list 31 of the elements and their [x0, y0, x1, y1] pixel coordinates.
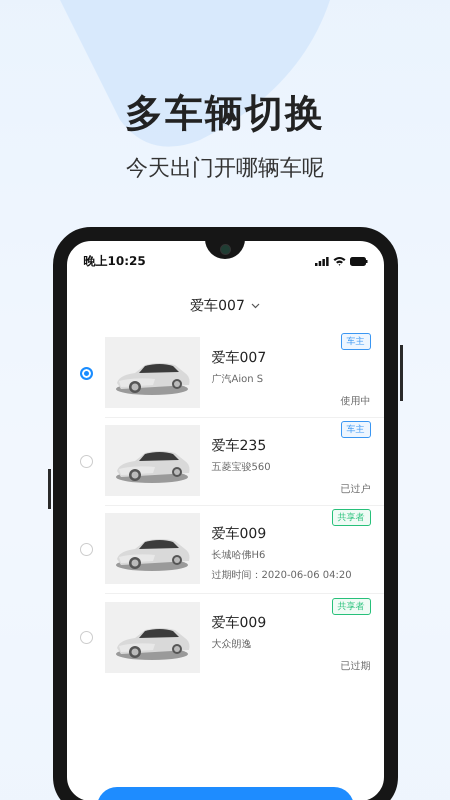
chevron-down-icon[interactable] — [250, 303, 260, 309]
battery-icon — [350, 256, 368, 266]
wifi-icon — [332, 256, 346, 266]
status-time: 晚上10:25 — [84, 252, 146, 270]
vehicle-model: 大众朗逸 — [212, 638, 252, 650]
vehicle-model: 长城哈佛H6 — [212, 548, 266, 562]
subtitle: 今天出门开哪辆车呢 — [126, 155, 324, 183]
role-tag: 共享者 — [332, 509, 370, 526]
radio-button[interactable] — [80, 630, 92, 644]
signal-icon — [314, 256, 328, 266]
role-tag: 车主 — [340, 333, 370, 350]
vehicle-switcher-title[interactable]: 爱车007 — [190, 297, 245, 315]
vehicle-status: 使用中 — [340, 394, 370, 408]
vehicle-status: 过期时间：2020-06-06 04:20 — [212, 568, 353, 582]
radio-button[interactable] — [80, 454, 92, 468]
side-key — [400, 345, 402, 401]
vehicle-name: 爱车235 — [212, 437, 268, 455]
vehicle-model: 广汽Aion S — [212, 372, 264, 386]
vehicle-status: 已过户 — [340, 482, 370, 496]
headline: 多车辆切换 — [125, 90, 325, 137]
vehicle-name: 爱车009 — [212, 525, 268, 543]
radio-button[interactable] — [80, 366, 92, 380]
role-tag: 共享者 — [332, 598, 370, 614]
radio-button[interactable] — [80, 542, 92, 556]
vehicle-name: 爱车007 — [212, 349, 268, 367]
vehicle-status: 已过期 — [340, 660, 370, 672]
side-key — [48, 469, 50, 509]
vehicle-model: 五菱宝骏560 — [212, 460, 272, 474]
camera-icon — [220, 244, 230, 254]
vehicle-name: 爱车009 — [212, 614, 268, 632]
role-tag: 车主 — [340, 421, 370, 438]
